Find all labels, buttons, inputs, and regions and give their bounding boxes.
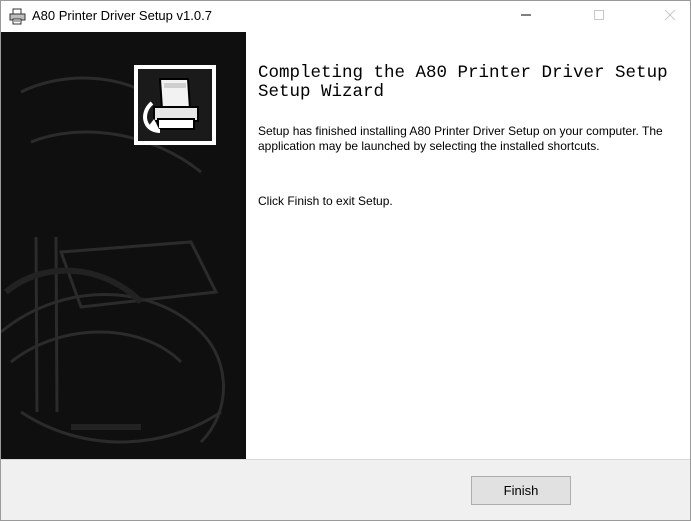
maximize-icon [593, 8, 605, 26]
completion-message: Setup has finished installing A80 Printe… [258, 124, 663, 153]
minimize-icon [520, 8, 532, 26]
wizard-heading: Completing the A80 Printer Driver Setup … [258, 63, 668, 102]
title-bar[interactable]: A80 Printer Driver Setup v1.0.7 [1, 1, 690, 32]
printer-install-icon [138, 78, 212, 145]
setup-wizard-window: A80 Printer Driver Setup v1.0.7 Completi… [0, 0, 691, 521]
button-bar: Finish [1, 459, 690, 520]
wizard-sidebar-graphic [1, 32, 246, 459]
installer-printer-icon [9, 8, 26, 25]
maximize-button[interactable] [579, 1, 619, 32]
exit-instruction: Click Finish to exit Setup. [258, 194, 393, 208]
finish-button[interactable]: Finish [471, 476, 571, 505]
wizard-content: Completing the A80 Printer Driver Setup … [246, 32, 690, 459]
printer-install-badge [134, 65, 216, 145]
window-title: A80 Printer Driver Setup v1.0.7 [32, 8, 212, 23]
close-icon [664, 8, 676, 26]
close-button[interactable] [650, 1, 690, 32]
minimize-button[interactable] [506, 1, 546, 32]
